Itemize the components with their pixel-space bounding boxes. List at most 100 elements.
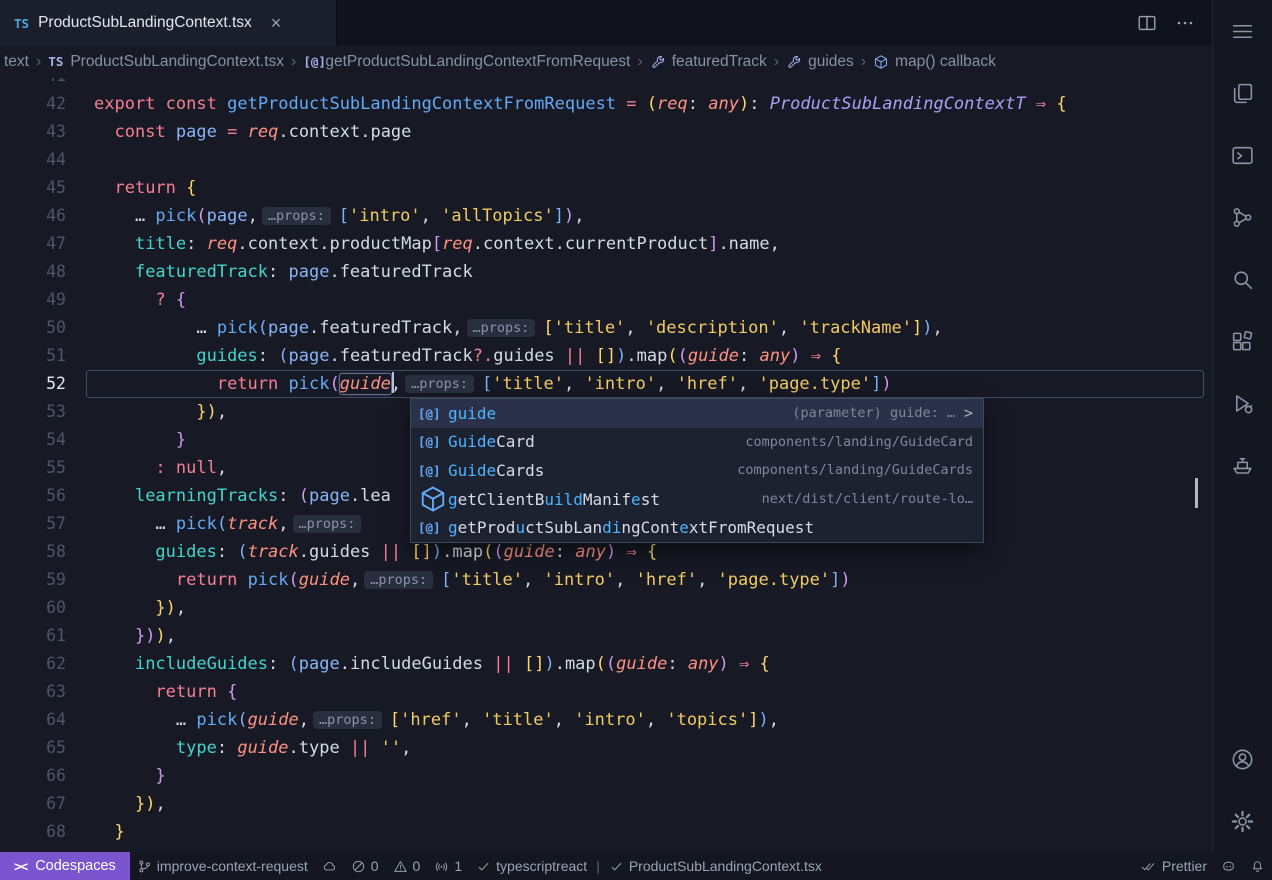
line-number: 67 <box>0 790 94 818</box>
breadcrumb-item[interactable]: guides <box>784 53 856 71</box>
inlay-hint: …props: <box>262 207 331 225</box>
terminal-icon[interactable] <box>1213 124 1272 186</box>
source-control-icon[interactable] <box>1213 186 1272 248</box>
files-icon <box>1230 81 1255 106</box>
breadcrumb-item[interactable]: TSProductSubLandingContext.tsx <box>46 53 286 71</box>
wrench-icon <box>786 54 802 70</box>
line-number: 68 <box>0 818 94 846</box>
breadcrumb-item[interactable]: featuredTrack <box>648 53 769 71</box>
line-number: 50 <box>0 314 94 342</box>
line-number: 48 <box>0 258 94 286</box>
suggestion-detail: components/landing/GuideCards <box>721 462 973 478</box>
code-line: 60 }), <box>0 594 1212 622</box>
docker-ship-icon[interactable] <box>1213 434 1272 496</box>
extensions-icon <box>1230 329 1255 354</box>
cube-icon <box>418 484 448 514</box>
divider: | <box>594 852 602 880</box>
double-check-icon <box>1139 859 1157 874</box>
ports-indicator[interactable]: 1 <box>427 852 469 880</box>
codespaces-label: Codespaces <box>35 858 116 874</box>
code-line: 41 <box>0 78 1212 90</box>
code-line: 63 return { <box>0 678 1212 706</box>
inlay-hint: …props: <box>405 375 474 393</box>
terminal-icon <box>1230 143 1255 168</box>
code-line: 59 return pick(guide,…props:['title', 'i… <box>0 566 1212 594</box>
line-number: 41 <box>0 78 94 90</box>
breadcrumb-item[interactable]: [@]getProductSubLandingContextFromReques… <box>301 53 632 71</box>
line-number: 47 <box>0 230 94 258</box>
status-bar: >< Codespaces improve-context-request001… <box>0 852 1272 880</box>
code-line: 69} <box>0 846 1212 852</box>
divider-label: | <box>596 858 600 874</box>
code-editor[interactable]: 4142export const getProductSubLandingCon… <box>0 78 1212 852</box>
code-line: 64 … pick(guide,…props:['href', 'title',… <box>0 706 1212 734</box>
language-mode[interactable]: typescriptreact <box>469 852 594 880</box>
wrench-icon <box>650 54 666 70</box>
suggestion-detail: components/landing/GuideCard <box>729 434 973 450</box>
suggestion-label: getClientBuildManifest <box>448 490 660 509</box>
warning-count[interactable]: 0 <box>386 852 428 880</box>
chevron-right-icon: › <box>632 53 647 71</box>
code-line: 43 const page = req.context.page <box>0 118 1212 146</box>
codespaces-remote-button[interactable]: >< Codespaces <box>0 852 130 880</box>
code-line: 42export const getProductSubLandingConte… <box>0 90 1212 118</box>
tab-bar: TS ProductSubLandingContext.tsx × <box>0 0 1212 46</box>
prettier-status-label: Prettier <box>1162 858 1207 874</box>
tab-product-sub-landing-context[interactable]: TS ProductSubLandingContext.tsx × <box>0 0 337 46</box>
overview-ruler-marker <box>1195 478 1198 508</box>
accounts-icon[interactable] <box>1213 728 1272 790</box>
line-number: 65 <box>0 734 94 762</box>
code-line: 44 <box>0 146 1212 174</box>
error-icon <box>351 859 366 874</box>
notifications-bell[interactable] <box>1243 852 1272 880</box>
chevron-right-icon: › <box>769 53 784 71</box>
suggestion-label: GuideCard <box>448 432 535 451</box>
suggestion-item[interactable]: [@]GuideCardscomponents/landing/GuideCar… <box>411 456 983 485</box>
code-line: 48 featuredTrack: page.featuredTrack <box>0 258 1212 286</box>
error-count[interactable]: 0 <box>344 852 386 880</box>
settings-gear-icon[interactable] <box>1213 790 1272 852</box>
line-number: 42 <box>0 90 94 118</box>
branch-indicator-label: improve-context-request <box>157 858 308 874</box>
breadcrumb-label: text <box>4 53 29 71</box>
suggestion-label: getProductSubLandingContextFromRequest <box>448 518 814 537</box>
line-number: 51 <box>0 342 94 370</box>
split-editor-icon[interactable] <box>1136 12 1158 34</box>
prettier-status[interactable]: Prettier <box>1132 852 1214 880</box>
breadcrumb-item[interactable]: map() callback <box>871 53 998 71</box>
suggestion-label: GuideCards <box>448 461 544 480</box>
breadcrumb-label: ProductSubLandingContext.tsx <box>70 53 284 71</box>
extensions-icon[interactable] <box>1213 310 1272 372</box>
active-file-status[interactable]: ProductSubLandingContext.tsx <box>602 852 829 880</box>
suggestion-detail: (parameter) guide: … <box>776 405 955 421</box>
close-icon[interactable]: × <box>271 14 282 32</box>
copilot-status[interactable] <box>1214 852 1243 880</box>
menu-icon[interactable] <box>1213 0 1272 62</box>
tab-bar-actions <box>1136 0 1212 46</box>
search-icon[interactable] <box>1213 248 1272 310</box>
source-control-icon <box>1230 205 1255 230</box>
run-debug-icon[interactable] <box>1213 372 1272 434</box>
code-line: 50 … pick(page.featuredTrack,…props:['ti… <box>0 314 1212 342</box>
chevron-right-icon: › <box>856 53 871 71</box>
suggestion-item[interactable]: [@]guide(parameter) guide: …> <box>411 399 983 428</box>
copy-files-icon[interactable] <box>1213 62 1272 124</box>
more-actions-icon[interactable] <box>1174 12 1196 34</box>
breadcrumb: text›TSProductSubLandingContext.tsx›[@]g… <box>0 46 1212 78</box>
run-icon <box>1230 391 1255 416</box>
breadcrumb-item[interactable]: text <box>2 53 31 71</box>
chevron-right-icon[interactable]: > <box>964 404 973 422</box>
status-bar-left: improve-context-request001typescriptreac… <box>130 852 829 880</box>
branch-indicator[interactable]: improve-context-request <box>130 852 315 880</box>
cube-icon <box>873 54 889 70</box>
line-number: 57 <box>0 510 94 538</box>
line-number: 62 <box>0 650 94 678</box>
suggestion-item[interactable]: [@]getProductSubLandingContextFromReques… <box>411 513 983 542</box>
chevron-right-icon: › <box>31 53 46 71</box>
code-line: 52 return pick(guide,…props:['title', 'i… <box>0 370 1212 398</box>
suggestion-item[interactable]: getClientBuildManifestnext/dist/client/r… <box>411 485 983 514</box>
inlay-hint: …props: <box>293 515 362 533</box>
sync-status[interactable] <box>315 852 344 880</box>
suggestion-item[interactable]: [@]GuideCardcomponents/landing/GuideCard <box>411 428 983 457</box>
inlay-hint: …props: <box>313 711 382 729</box>
